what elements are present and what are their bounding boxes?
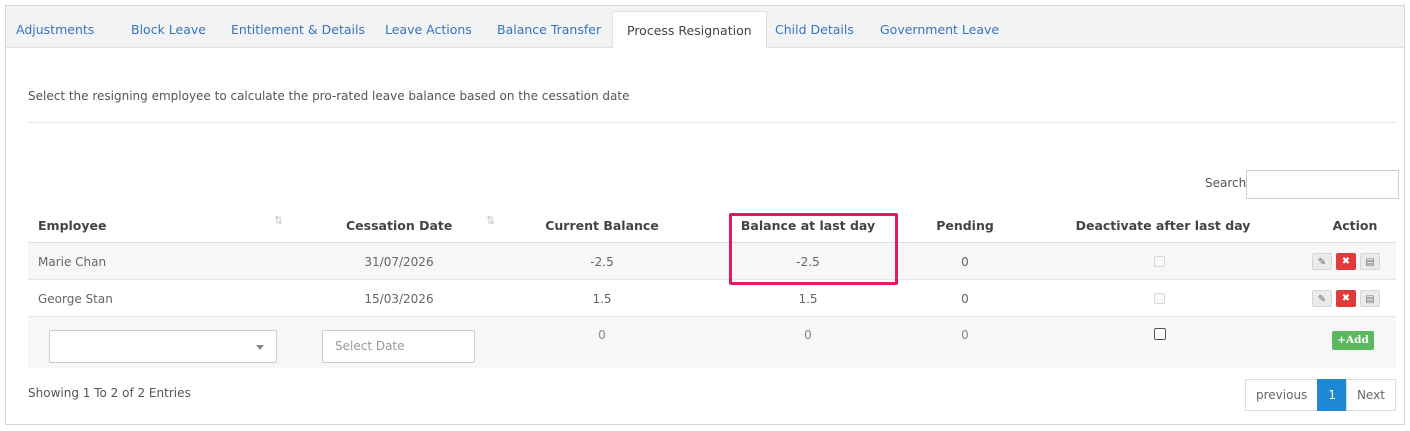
table-row: Marie Chan 31/07/2026 -2.5 -2.5 0 ✎ ✖ ▤ [28,243,1396,280]
employee-name: George Stan [38,292,113,306]
sort-icon[interactable]: ⇅ [274,214,283,227]
tab-government-leave[interactable]: Government Leave [880,15,999,48]
new-entry-row: Select Date 0 0 0 +Add [28,317,1396,368]
document-icon[interactable]: ▤ [1360,253,1380,270]
employee-name: Marie Chan [38,255,107,269]
deactivate-checkbox[interactable] [1154,256,1165,267]
header-current-balance: Current Balance [545,218,659,233]
deactivate-checkbox[interactable] [1154,293,1165,304]
search-label: Search [1205,176,1247,190]
caret-down-icon [256,345,264,350]
tab-entitlement-details[interactable]: Entitlement & Details [231,15,365,48]
search-input[interactable] [1246,170,1399,199]
cessation-date: 15/03/2026 [364,292,434,306]
next-button[interactable]: Next [1345,379,1396,411]
table-row: George Stan 15/03/2026 1.5 1.5 0 ✎ ✖ ▤ [28,280,1396,317]
header-deactivate-after-last-day: Deactivate after last day [1075,218,1251,233]
header-cessation-date[interactable]: Cessation Date [346,218,452,233]
tab-process-resignation[interactable]: Process Resignation [612,11,767,49]
header-employee[interactable]: Employee [38,218,107,233]
tab-child-details[interactable]: Child Details [775,15,854,48]
pending-count: 0 [961,292,969,306]
entries-info: Showing 1 To 2 of 2 Entries [28,386,191,400]
pagination: previous 1 Next [1245,379,1396,411]
pencil-icon[interactable]: ✎ [1312,290,1332,307]
deactivate-checkbox[interactable] [1154,328,1166,340]
process-resignation-panel: Adjustments Block Leave Entitlement & De… [5,5,1405,425]
sort-icon[interactable]: ⇅ [486,214,495,227]
tab-block-leave[interactable]: Block Leave [131,15,206,48]
add-button[interactable]: +Add [1332,331,1374,350]
tab-balance-transfer[interactable]: Balance Transfer [497,15,601,48]
cessation-date: 31/07/2026 [364,255,434,269]
divider [28,122,1396,123]
header-balance-at-last-day: Balance at last day [740,218,876,233]
document-icon[interactable]: ▤ [1360,290,1380,307]
balance-at-last-day: 0 [804,328,812,342]
current-balance: -2.5 [590,255,614,269]
pending-count: 0 [961,328,969,342]
tab-adjustments[interactable]: Adjustments [16,15,94,48]
intro-text: Select the resigning employee to calcula… [28,89,630,103]
balance-at-last-day: -2.5 [796,255,820,269]
balance-at-last-day: 1.5 [798,292,818,306]
tab-bar: Adjustments Block Leave Entitlement & De… [6,6,1404,49]
close-icon[interactable]: ✖ [1336,253,1356,270]
header-pending: Pending [936,218,994,233]
cessation-date-input[interactable]: Select Date [322,330,475,363]
current-balance: 1.5 [592,292,612,306]
tab-leave-actions[interactable]: Leave Actions [385,15,472,48]
employee-select[interactable] [49,330,277,363]
page-1-button[interactable]: 1 [1317,379,1347,411]
previous-button[interactable]: previous [1245,379,1319,411]
pending-count: 0 [961,255,969,269]
pencil-icon[interactable]: ✎ [1312,253,1332,270]
current-balance: 0 [598,328,606,342]
close-icon[interactable]: ✖ [1336,290,1356,307]
header-action: Action [1332,218,1378,233]
